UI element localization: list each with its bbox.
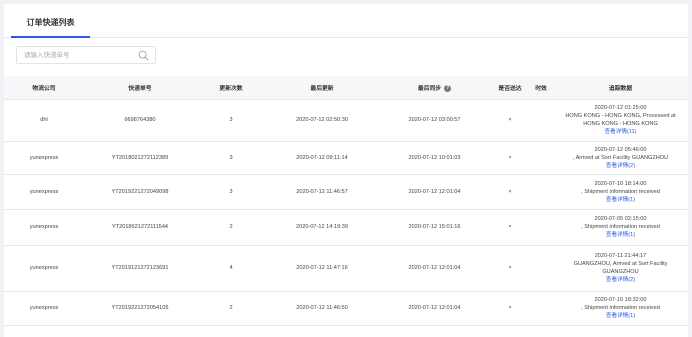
column-header-tracking-no: 快递单号 bbox=[84, 76, 196, 100]
help-icon[interactable]: ? bbox=[444, 84, 452, 92]
cell-timeliness bbox=[529, 141, 553, 175]
cell-last-update: 2020-07-12 02:50:30 bbox=[266, 99, 378, 142]
view-details-link[interactable]: 查看详情(2) bbox=[553, 162, 688, 170]
cell-update-count: 3 bbox=[196, 99, 266, 142]
column-header-last-update: 最后更新 bbox=[266, 76, 378, 100]
cell-tracking-no: YT2018021272112389 bbox=[84, 141, 196, 175]
cell-update-count: 3 bbox=[196, 174, 266, 210]
tracking-event-line: 2020-07-10 18:14:00 bbox=[594, 180, 647, 187]
cell-delivered: × bbox=[491, 141, 529, 175]
cell-timeliness bbox=[529, 99, 553, 142]
tracking-event-line: GUANGZHOU, Arrived at Sort Facility bbox=[573, 261, 668, 267]
cell-delivered: × bbox=[491, 245, 529, 292]
cell-last-update: 2020-07-12 09:11:14 bbox=[266, 141, 378, 175]
cell-delivered: × bbox=[491, 174, 529, 210]
tracking-event-line: , Shipment information received bbox=[581, 224, 660, 230]
tracking-event-line: , Arrived at Sort Facility GUANGZHOU bbox=[572, 154, 669, 161]
cell-tracking-data: 2020-07-05 02:15:00 , Shipment informatio… bbox=[553, 209, 688, 246]
cell-delivered: × bbox=[491, 209, 529, 246]
cell-company: yunexpress bbox=[4, 209, 84, 246]
cell-last-sync: 2020-07-12 10:01:03 bbox=[378, 141, 491, 175]
cell-update-count: 2 bbox=[196, 291, 266, 326]
cell-last-update: 2020-07-12 11:47:16 bbox=[266, 245, 378, 292]
table-row: yunexpress YT2019221272054105 2 2020-07-12 … bbox=[4, 291, 688, 326]
cell-tracking-no: YT2018621272111544 bbox=[84, 209, 196, 246]
tracking-event-line: 2020-07-05 02:15:00 bbox=[594, 216, 647, 222]
tracking-event-line: , Shipment information received bbox=[581, 305, 660, 311]
cell-tracking-data: 2020-07-10 18:14:00, Shipment informatio… bbox=[553, 174, 688, 210]
table-row: dhl 6698764380 3 2020-07-12 02:50:30 2020-07… bbox=[4, 99, 688, 142]
cell-tracking-data: 2020-07-12 05:46:00, Arrived at Sort Fac… bbox=[553, 141, 688, 175]
search-input[interactable] bbox=[17, 47, 132, 63]
view-details-link[interactable]: 查看详情(2) bbox=[553, 276, 688, 284]
cell-timeliness bbox=[529, 209, 553, 246]
cell-company: dhl bbox=[4, 99, 84, 142]
tracking-event-line: 2020-07-12 01:25:00 bbox=[594, 105, 647, 111]
cell-last-update: 2020-07-12 14:19:39 bbox=[266, 209, 378, 246]
table-row: yunexpress YT2019121272123691 4 2020-07-12 … bbox=[4, 245, 688, 292]
cell-last-sync: 2020-07-12 12:01:04 bbox=[378, 174, 491, 210]
cell-delivered: × bbox=[491, 291, 529, 326]
cell-timeliness bbox=[529, 291, 553, 326]
table-row: yunexpress YT2019221272049098 3 2020-07-12 … bbox=[4, 174, 688, 210]
view-details-link[interactable]: 查看详情(1) bbox=[553, 231, 688, 239]
tracking-event-line: , Shipment information received bbox=[581, 188, 660, 195]
tracking-event-line: HONG KONG - HONG KONG bbox=[583, 121, 658, 127]
cell-last-sync: 2020-07-12 03:00:57 bbox=[378, 99, 491, 142]
cell-tracking-no: YT2019121272123691 bbox=[84, 245, 196, 292]
cell-update-count: 3 bbox=[196, 141, 266, 175]
cell-last-update: 2020-07-12 11:46:50 bbox=[266, 291, 378, 326]
cell-last-update: 2020-07-12 11:46:57 bbox=[266, 174, 378, 210]
cell-last-sync: 2020-07-12 12:01:04 bbox=[378, 291, 491, 326]
table-header-row: 物流公司 快递单号 更新次数 最后更新 最后同步? 是否送达 时效 追踪数据 bbox=[4, 76, 688, 100]
view-details-link[interactable]: 查看详情(1) bbox=[553, 312, 688, 320]
cell-company: yunexpress bbox=[4, 141, 84, 175]
column-header-delivered: 是否送达 bbox=[491, 76, 529, 100]
table-row: yunexpress YT2018621272111544 2 2020-07-12 … bbox=[4, 209, 688, 246]
cell-company: yunexpress bbox=[4, 291, 84, 326]
tracking-event-line: 2020-07-11 21:44:17 bbox=[594, 253, 647, 259]
cell-update-count: 4 bbox=[196, 245, 266, 292]
cell-last-sync: 2020-07-12 15:01:16 bbox=[378, 209, 491, 246]
cell-update-count: 2 bbox=[196, 209, 266, 246]
cell-last-sync: 2020-07-12 12:01:04 bbox=[378, 245, 491, 292]
view-details-link[interactable]: 查看详情(11) bbox=[553, 128, 688, 136]
tab-order-express-list[interactable]: 订单快递列表 bbox=[11, 4, 90, 38]
column-header-update-count: 更新次数 bbox=[196, 76, 266, 100]
tab-bar: 订单快递列表 bbox=[4, 4, 688, 38]
main-panel: 订单快递列表 物流公司 快递单号 更新次数 最后更新 最后同步? 是否送达 时效… bbox=[4, 4, 688, 337]
tracking-event-line: HONG KONG - HONG KONG, Processed at bbox=[565, 113, 676, 119]
cell-tracking-data: 2020-07-10 18:32:00 , Shipment informatio… bbox=[553, 291, 688, 326]
cell-tracking-no: YT2019221272054105 bbox=[84, 291, 196, 326]
view-details-link[interactable]: 查看详情(1) bbox=[553, 196, 688, 204]
search-box bbox=[16, 46, 156, 64]
column-header-last-sync-label: 最后同步 bbox=[417, 85, 442, 92]
tracking-event-line: GUANGZHOU bbox=[602, 269, 639, 275]
cell-tracking-data: 2020-07-12 01:25:00 HONG KONG - HONG KONG… bbox=[553, 99, 688, 142]
cell-tracking-no: 6698764380 bbox=[84, 99, 196, 142]
tracking-table: 物流公司 快递单号 更新次数 最后更新 最后同步? 是否送达 时效 追踪数据 d… bbox=[4, 76, 688, 326]
cell-timeliness bbox=[529, 245, 553, 292]
column-header-timeliness: 时效 bbox=[529, 76, 553, 100]
cell-company: yunexpress bbox=[4, 174, 84, 210]
cell-company: yunexpress bbox=[4, 245, 84, 292]
table-row: yunexpress YT2018021272112389 3 2020-07-12 … bbox=[4, 141, 688, 175]
cell-delivered: × bbox=[491, 99, 529, 142]
column-header-company: 物流公司 bbox=[4, 76, 84, 100]
column-header-tracking-data: 追踪数据 bbox=[553, 76, 688, 100]
tracking-event-line: 2020-07-12 05:46:00 bbox=[594, 146, 647, 153]
cell-timeliness bbox=[529, 174, 553, 210]
tracking-event-line: 2020-07-10 18:32:00 bbox=[594, 297, 647, 303]
cell-tracking-data: 2020-07-11 21:44:17 GUANGZHOU, Arrived at… bbox=[553, 245, 688, 292]
column-header-last-sync: 最后同步? bbox=[378, 76, 491, 100]
search-icon[interactable] bbox=[138, 50, 149, 61]
cell-tracking-no: YT2019221272049098 bbox=[84, 174, 196, 210]
